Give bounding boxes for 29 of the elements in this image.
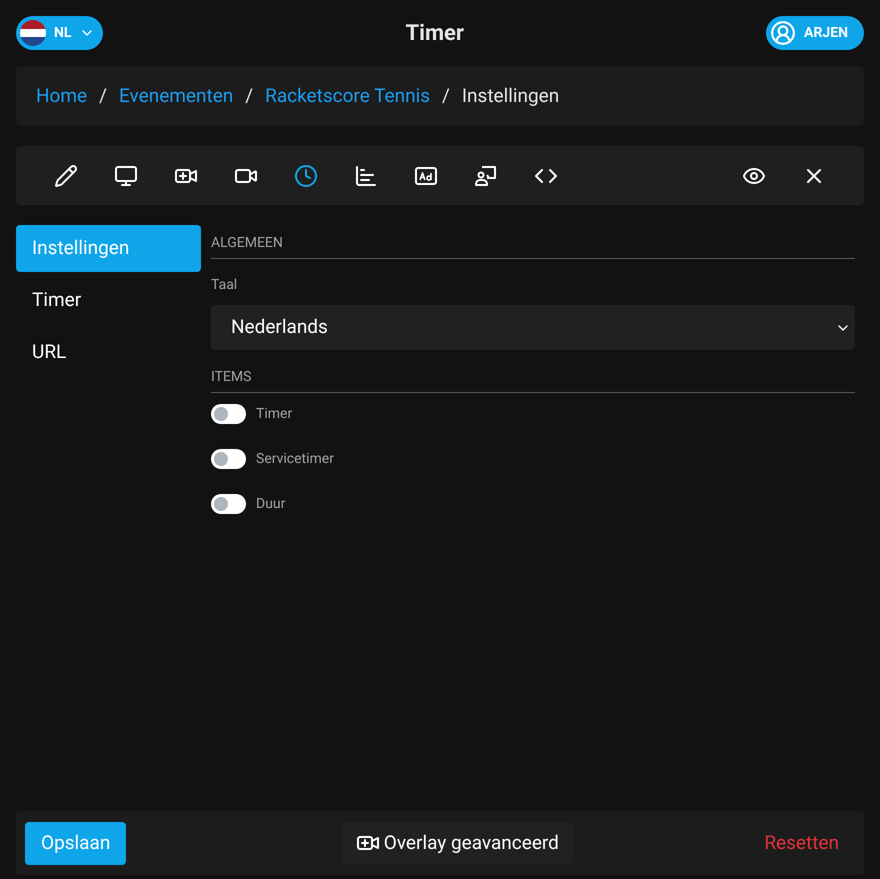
breadcrumb-separator: / [245, 82, 254, 109]
bar-chart-icon [354, 164, 378, 188]
breadcrumb-link[interactable]: Evenementen [118, 82, 234, 110]
overlay-button[interactable]: Overlay geavanceerd [342, 822, 573, 864]
toggle-label: Timer [256, 405, 292, 424]
sidebar-tab[interactable]: Timer [16, 277, 201, 324]
monitor-icon [114, 164, 138, 188]
breadcrumb-separator: / [442, 82, 450, 109]
breadcrumb-link[interactable]: Home [36, 82, 88, 110]
toggle-label: Servicetimer [256, 450, 334, 469]
section-heading: ITEMS [211, 367, 855, 393]
breadcrumb-current: Instellingen [462, 82, 560, 109]
pencil-icon [54, 164, 78, 188]
clock-icon [294, 164, 318, 188]
presenter-icon [474, 164, 498, 188]
page-title: Timer [406, 20, 464, 48]
user-icon [770, 20, 796, 46]
toggle-switch[interactable] [211, 404, 246, 424]
breadcrumb-link[interactable]: Racketscore Tennis [265, 82, 430, 110]
flag-icon [20, 20, 46, 46]
reset-button[interactable]: Resetten [748, 822, 855, 864]
field-label: Taal [211, 276, 238, 295]
toggle-switch[interactable] [211, 494, 246, 514]
breadcrumb-separator: / [99, 82, 107, 109]
toggle-label: Duur [256, 495, 286, 514]
toggle-switch[interactable] [211, 449, 246, 469]
language-select[interactable]: Nederlands [211, 305, 855, 350]
sidebar-tab[interactable]: URL [16, 329, 201, 376]
section-heading: ALGEMEEN [211, 225, 855, 259]
